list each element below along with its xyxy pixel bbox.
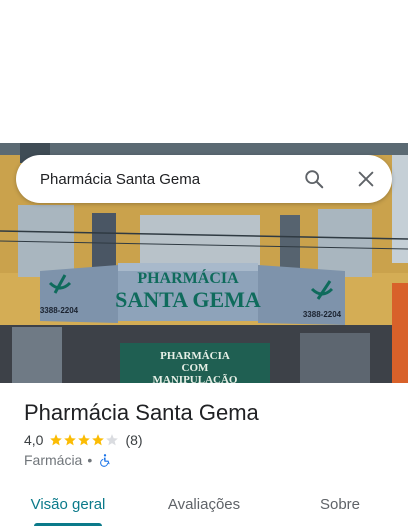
star-icon — [64, 434, 77, 446]
rating-value: 4,0 — [24, 432, 44, 448]
close-icon — [358, 171, 374, 187]
place-category: Farmácia — [24, 452, 83, 468]
star-icon — [92, 434, 105, 446]
search-icon — [305, 170, 324, 189]
star-icon — [78, 434, 91, 446]
tab-reviews[interactable]: Avaliações — [136, 484, 272, 526]
wheelchair-icon[interactable] — [98, 453, 112, 467]
star-empty-icon — [106, 434, 119, 446]
rating-row[interactable]: 4,0 (8) — [24, 432, 392, 448]
sign-text-line2: SANTA GEMA — [115, 287, 261, 312]
star-rating — [49, 433, 119, 447]
lower-sign-line2: COM — [182, 362, 210, 374]
search-bar[interactable]: Pharmácia Santa Gema — [16, 155, 392, 203]
separator: • — [87, 452, 93, 468]
close-button[interactable] — [346, 159, 386, 199]
lower-sign-line3: MANIPULAÇÃO — [153, 374, 238, 383]
tab-bar: Visão geral Avaliações Sobre — [0, 484, 408, 526]
review-count: (8) — [125, 432, 143, 448]
category-row: Farmácia • — [24, 452, 392, 468]
sign-text-line1: PHARMÁCIA — [137, 268, 239, 287]
place-title: Pharmácia Santa Gema — [24, 400, 259, 425]
search-input[interactable]: Pharmácia Santa Gema — [40, 171, 294, 188]
star-icon — [50, 434, 63, 446]
sign-phone-left: 3388-2204 — [40, 306, 79, 315]
sign-phone-right: 3388-2204 — [303, 310, 342, 319]
place-info: Pharmácia Santa Gema 4,0 (8) Farmácia • — [24, 398, 392, 468]
lower-sign-line1: PHARMÁCIA — [160, 350, 230, 362]
tab-about[interactable]: Sobre — [272, 484, 408, 526]
tab-overview[interactable]: Visão geral — [0, 484, 136, 526]
search-button[interactable] — [294, 159, 334, 199]
